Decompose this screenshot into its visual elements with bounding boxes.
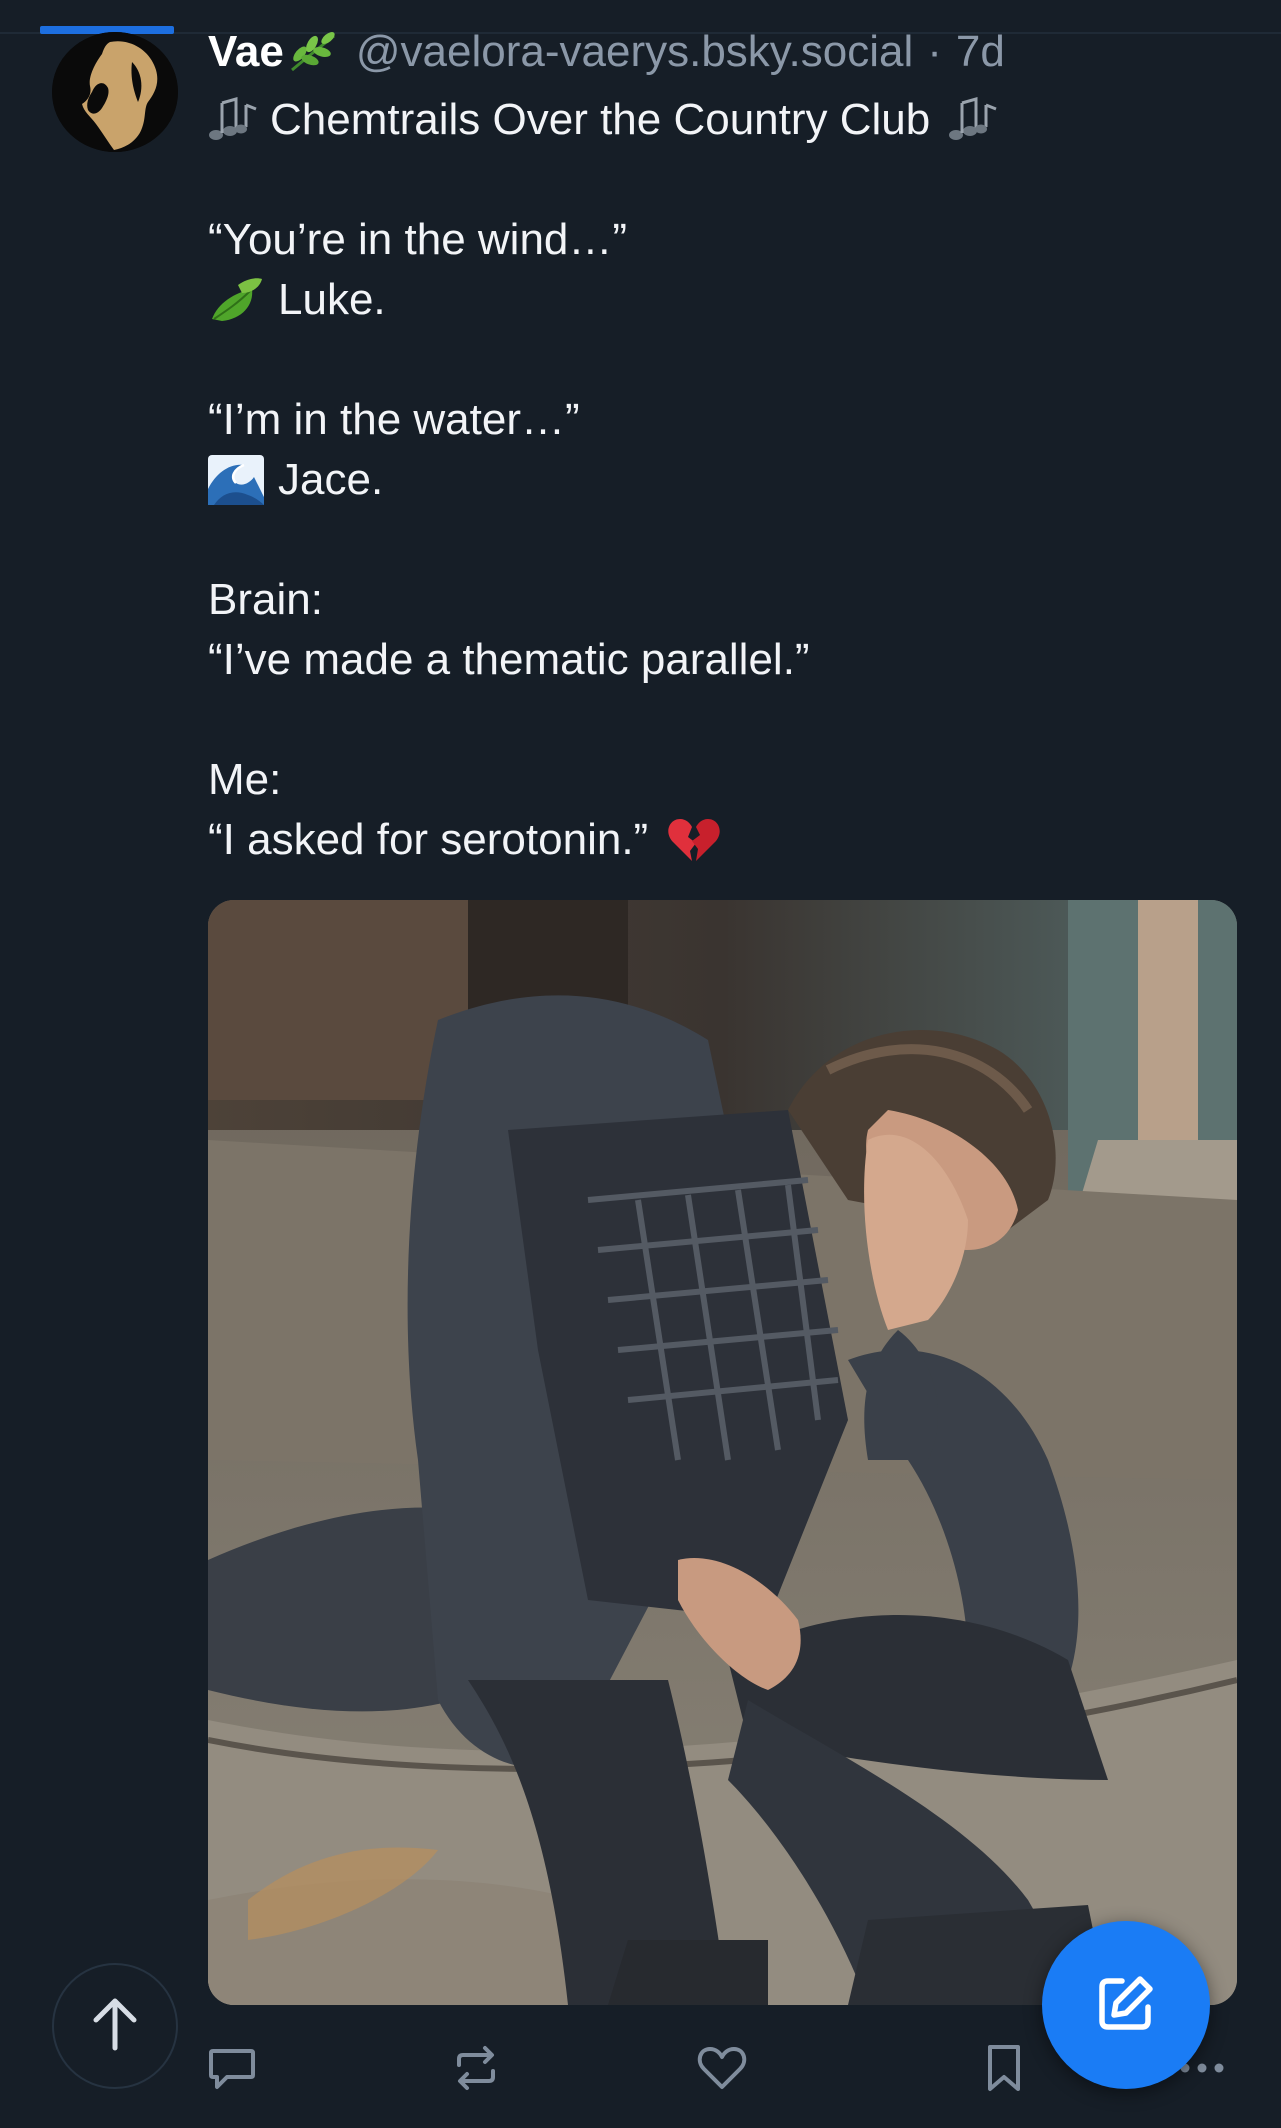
brain-quote: “I’ve made a thematic parallel.” [208,635,810,684]
quote-water: “I’m in the water…” [208,395,580,444]
bookmark-icon [982,2043,1026,2098]
text-line: Luke. [208,270,1228,330]
text-line: Jace. [208,450,1228,510]
text-line: Me: [208,750,1228,810]
quote-wind: “You’re in the wind…” [208,215,628,264]
avatar[interactable] [52,32,178,152]
leaf-fluttering-emoji [208,275,264,325]
me-quote: “I asked for serotonin.” [208,815,649,864]
name-luke: Luke. [278,275,386,324]
broken-heart-emoji [666,815,722,865]
avatar-image [52,32,178,152]
repost-icon [451,2043,501,2098]
water-wave-emoji [208,455,264,505]
brain-label: Brain: [208,575,323,624]
bookmark-button[interactable] [974,2040,1034,2100]
text-line: “I asked for serotonin.” [208,810,1228,870]
post-text: Chemtrails Over the Country Club “You’re… [208,90,1228,870]
musical-notes-emoji [208,95,262,145]
reply-button[interactable] [202,2040,262,2100]
post-timestamp[interactable]: 7d [956,26,1005,78]
me-label: Me: [208,755,282,804]
text-line: Brain: [208,570,1228,630]
compose-icon [1094,1971,1158,2040]
author-display-name[interactable]: Vae [208,26,284,78]
text-line: “I’m in the water…” [208,390,1228,450]
text-line: “You’re in the wind…” [208,210,1228,270]
photo-man-sitting-on-steps [208,900,1237,2005]
compose-post-button[interactable] [1042,1921,1210,2089]
post-title: Chemtrails Over the Country Club [270,95,931,144]
reply-icon [207,2043,257,2098]
post-title-line: Chemtrails Over the Country Club [208,90,1228,150]
feed-screen: Vae @vaelora-vaerys.bsky.social · 7d Che… [0,0,1281,2128]
post-image[interactable] [208,900,1237,2005]
like-icon [696,2043,748,2098]
musical-notes-emoji [948,95,1002,145]
herb-emoji [286,30,342,74]
name-jace: Jace. [278,455,384,504]
author-handle[interactable]: @vaelora-vaerys.bsky.social [356,26,913,78]
meta-separator: · [927,27,942,76]
post-header: Vae @vaelora-vaerys.bsky.social · 7d [208,26,1005,78]
like-button[interactable] [692,2040,752,2100]
text-line: “I’ve made a thematic parallel.” [208,630,1228,690]
repost-button[interactable] [446,2040,506,2100]
